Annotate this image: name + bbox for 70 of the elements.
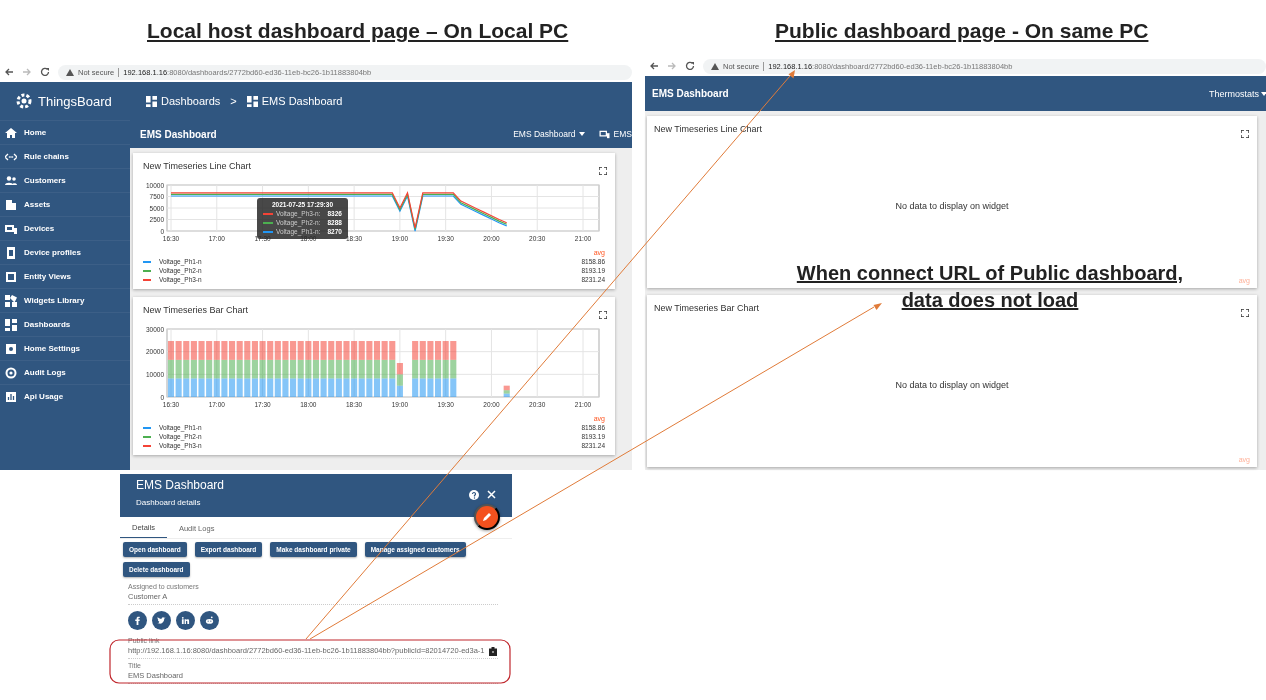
warning-icon	[66, 68, 74, 76]
linkedin-share-button[interactable]	[176, 611, 195, 630]
sidebar-item[interactable]: Home Settings	[0, 336, 130, 360]
building-icon	[5, 198, 17, 211]
dashboard-icon	[146, 95, 157, 107]
back-icon[interactable]	[649, 61, 659, 71]
document-icon	[5, 246, 17, 259]
sidebar-item[interactable]: Customers	[0, 168, 130, 192]
widget-title: New Timeseries Line Chart	[143, 161, 253, 171]
caret-icon	[578, 132, 585, 136]
sidebar-item[interactable]: Device profiles	[0, 240, 130, 264]
facebook-share-button[interactable]	[128, 611, 147, 630]
reload-icon[interactable]	[40, 67, 50, 77]
fullscreen-icon[interactable]	[1241, 309, 1249, 317]
empty-message: No data to display on widget	[895, 200, 1009, 211]
radar-icon	[5, 366, 17, 379]
state-select[interactable]: Thermostats	[1209, 88, 1266, 99]
fullscreen-icon[interactable]	[1241, 130, 1249, 138]
page-heading: Public dashboard page - On same PC	[774, 19, 1150, 44]
clipboard-icon[interactable]	[488, 646, 497, 656]
entity-button[interactable]: EMS	[598, 129, 632, 139]
twitter-share-button[interactable]	[152, 611, 171, 630]
sidebar-item[interactable]: Audit Logs	[0, 360, 130, 384]
widget-title: New Timeseries Bar Chart	[143, 305, 250, 315]
reload-icon[interactable]	[685, 61, 695, 71]
warning-icon	[711, 62, 719, 70]
fullscreen-icon[interactable]	[599, 311, 607, 319]
annotation-text: When connect URL of Public dashboard, data does not load	[795, 262, 1185, 312]
twitter-icon	[157, 616, 166, 625]
back-icon[interactable]	[4, 67, 14, 77]
sidebar-item[interactable]: Api Usage	[0, 384, 130, 408]
reddit-share-button[interactable]	[200, 611, 219, 630]
reddit-icon	[205, 616, 214, 625]
sidebar-item[interactable]: Rule chains	[0, 144, 130, 168]
facebook-icon	[133, 616, 142, 625]
sidebar-item[interactable]: Entity Views	[0, 264, 130, 288]
fullscreen-icon[interactable]	[599, 167, 607, 175]
dashboard-title: EMS Dashboard	[140, 128, 218, 140]
empty-message: No data to display on widget	[895, 379, 1009, 390]
linkedin-icon	[181, 616, 190, 625]
home-icon	[5, 126, 17, 139]
sidebar-item[interactable]: Assets	[0, 192, 130, 216]
edit-button[interactable]	[474, 504, 500, 530]
dashboard-title: EMS Dashboard	[652, 88, 730, 99]
bar-chart-icon	[5, 390, 17, 403]
caret-icon	[1261, 91, 1266, 96]
gear-icon	[14, 91, 34, 111]
sidebar-item[interactable]: Devices	[0, 216, 130, 240]
page-heading: Local host dashboard page – On Local PC	[146, 19, 570, 44]
panel-subtitle: Dashboard details	[136, 498, 202, 507]
dashboard-select[interactable]: EMS Dashboard	[513, 129, 585, 139]
dashboard-icon	[5, 318, 17, 331]
breadcrumb-link[interactable]: EMS Dashboard	[246, 95, 343, 107]
panel-title: EMS Dashboard	[136, 478, 226, 492]
sidebar-item[interactable]: Dashboards	[0, 312, 130, 336]
help-icon[interactable]	[469, 490, 479, 500]
widget-title: New Timeseries Bar Chart	[654, 303, 761, 313]
dashboard-icon	[246, 95, 258, 107]
breadcrumb-separator: >	[230, 95, 237, 107]
widgets-icon	[5, 294, 17, 307]
devices-icon	[598, 129, 610, 139]
sidebar-item[interactable]: Widgets Library	[0, 288, 130, 312]
breadcrumb-link[interactable]: Dashboards	[146, 95, 221, 107]
pencil-icon	[482, 512, 492, 522]
logo-text: ThingsBoard	[38, 93, 112, 109]
gear-icon	[5, 342, 17, 355]
widget-title: New Timeseries Line Chart	[654, 124, 764, 134]
devices-icon	[5, 222, 17, 235]
close-icon[interactable]	[487, 490, 496, 499]
people-icon	[5, 174, 17, 187]
